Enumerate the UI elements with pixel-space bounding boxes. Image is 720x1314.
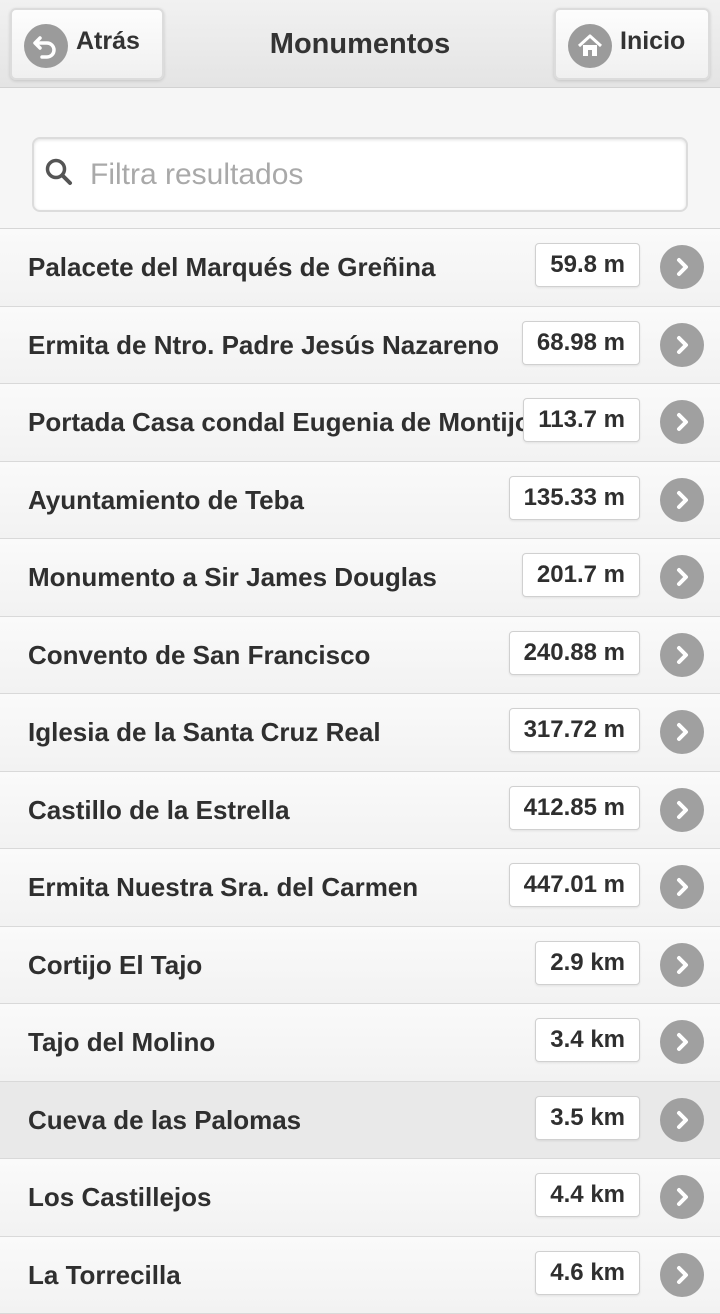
chevron-right-icon[interactable]: [660, 788, 704, 832]
back-button-label: Atrás: [76, 27, 140, 56]
list-item[interactable]: Cortijo El Tajo 2.9 km: [0, 927, 720, 1005]
distance-badge: 59.8 m: [535, 243, 640, 287]
list-item[interactable]: Cueva de las Palomas 3.5 km: [0, 1082, 720, 1160]
distance-badge: 3.4 km: [535, 1018, 640, 1062]
distance-badge: 4.6 km: [535, 1251, 640, 1295]
chevron-right-icon[interactable]: [660, 633, 704, 677]
item-name: Tajo del Molino: [28, 1004, 215, 1081]
chevron-right-icon[interactable]: [660, 555, 704, 599]
search-bar: [0, 88, 720, 229]
chevron-right-icon[interactable]: [660, 710, 704, 754]
list-item[interactable]: Tajo del Molino 3.4 km: [0, 1004, 720, 1082]
distance-badge: 412.85 m: [509, 786, 640, 830]
list-item[interactable]: Castillo de la Estrella 412.85 m: [0, 772, 720, 850]
item-name: Cortijo El Tajo: [28, 927, 202, 1004]
list-item[interactable]: Ayuntamiento de Teba 135.33 m: [0, 462, 720, 540]
item-name: Portada Casa condal Eugenia de Montijo: [28, 384, 531, 461]
list-item[interactable]: Iglesia de la Santa Cruz Real 317.72 m: [0, 694, 720, 772]
distance-badge: 68.98 m: [522, 321, 640, 365]
back-button[interactable]: Atrás: [10, 8, 164, 80]
distance-badge: 135.33 m: [509, 476, 640, 520]
list-item[interactable]: Ermita de Ntro. Padre Jesús Nazareno 68.…: [0, 307, 720, 385]
item-name: Ermita Nuestra Sra. del Carmen: [28, 849, 418, 926]
list-item[interactable]: Palacete del Marqués de Greñina 59.8 m: [0, 229, 720, 307]
monument-list: Palacete del Marqués de Greñina 59.8 m E…: [0, 229, 720, 1314]
chevron-right-icon[interactable]: [660, 1175, 704, 1219]
distance-badge: 113.7 m: [523, 398, 640, 442]
item-name: Castillo de la Estrella: [28, 772, 290, 849]
distance-badge: 317.72 m: [509, 708, 640, 752]
chevron-right-icon[interactable]: [660, 245, 704, 289]
item-name: La Torrecilla: [28, 1237, 181, 1314]
item-name: Los Castillejos: [28, 1159, 212, 1236]
home-button-label: Inicio: [620, 27, 685, 56]
chevron-right-icon[interactable]: [660, 943, 704, 987]
distance-badge: 201.7 m: [522, 553, 640, 597]
search-input[interactable]: [90, 158, 650, 192]
item-name: Ayuntamiento de Teba: [28, 462, 304, 539]
list-item[interactable]: Los Castillejos 4.4 km: [0, 1159, 720, 1237]
list-item[interactable]: La Torrecilla 4.6 km: [0, 1237, 720, 1314]
back-arrow-icon: [24, 24, 68, 68]
list-item[interactable]: Ermita Nuestra Sra. del Carmen 447.01 m: [0, 849, 720, 927]
list-item[interactable]: Convento de San Francisco 240.88 m: [0, 617, 720, 695]
search-box[interactable]: [32, 137, 688, 212]
chevron-right-icon[interactable]: [660, 323, 704, 367]
distance-badge: 240.88 m: [509, 631, 640, 675]
list-item[interactable]: Monumento a Sir James Douglas 201.7 m: [0, 539, 720, 617]
chevron-right-icon[interactable]: [660, 865, 704, 909]
distance-badge: 4.4 km: [535, 1173, 640, 1217]
chevron-right-icon[interactable]: [660, 1253, 704, 1297]
distance-badge: 447.01 m: [509, 863, 640, 907]
home-icon: [568, 24, 612, 68]
header-bar: Atrás Monumentos Inicio: [0, 0, 720, 88]
search-icon: [34, 157, 90, 192]
chevron-right-icon[interactable]: [660, 478, 704, 522]
page-title: Monumentos: [190, 0, 530, 88]
item-name: Palacete del Marqués de Greñina: [28, 229, 436, 306]
item-name: Cueva de las Palomas: [28, 1082, 301, 1159]
item-name: Iglesia de la Santa Cruz Real: [28, 694, 381, 771]
item-name: Monumento a Sir James Douglas: [28, 539, 437, 616]
chevron-right-icon[interactable]: [660, 400, 704, 444]
item-name: Ermita de Ntro. Padre Jesús Nazareno: [28, 307, 499, 384]
home-button[interactable]: Inicio: [554, 8, 710, 80]
distance-badge: 3.5 km: [535, 1096, 640, 1140]
item-name: Convento de San Francisco: [28, 617, 370, 694]
chevron-right-icon[interactable]: [660, 1020, 704, 1064]
distance-badge: 2.9 km: [535, 941, 640, 985]
list-item[interactable]: Portada Casa condal Eugenia de Montijo 1…: [0, 384, 720, 462]
chevron-right-icon[interactable]: [660, 1098, 704, 1142]
